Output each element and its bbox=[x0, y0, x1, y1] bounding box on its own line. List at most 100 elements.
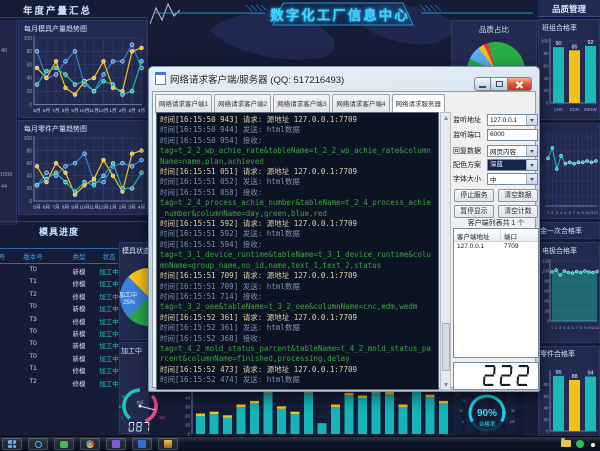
svg-text:5月: 5月 bbox=[33, 205, 40, 211]
taskbar-chat-button[interactable] bbox=[54, 438, 74, 450]
client-row[interactable]: 127.0.0.17709 bbox=[454, 242, 538, 253]
circle-icon bbox=[35, 441, 42, 448]
svg-text:60: 60 bbox=[544, 289, 549, 294]
mold-progress-title: 模具进度 bbox=[0, 225, 118, 238]
taskbar-blue-button[interactable] bbox=[132, 438, 152, 450]
chart-title: 每月模具产量趋势图 bbox=[24, 24, 87, 34]
pass-rate-gauge: 90% 合格率 20 10 0 90 100 bbox=[450, 390, 524, 438]
team-pass-bar-chart: 02040608010090CNC85EDM92WEDM bbox=[539, 33, 599, 119]
log-line: 时间[16:15:51 714] 接收: bbox=[160, 292, 435, 302]
font-size-select[interactable]: 中 bbox=[487, 173, 538, 185]
seven-segment-display bbox=[454, 363, 538, 389]
close-button[interactable] bbox=[508, 77, 532, 91]
table-header: 号版本号类型状态 bbox=[0, 248, 118, 264]
listen-addr-label: 监听地址 bbox=[453, 115, 487, 125]
chart-title: 每月零件产量趋势图 bbox=[24, 124, 87, 134]
taskbar-image-button[interactable] bbox=[158, 438, 178, 450]
svg-text:9月: 9月 bbox=[71, 205, 78, 211]
taskbar-purple-button[interactable] bbox=[106, 438, 126, 450]
tab-client4[interactable]: 网络请求客户端4 bbox=[332, 94, 389, 113]
table-row: T1修模加工中 bbox=[0, 276, 118, 288]
minimize-icon bbox=[479, 86, 486, 88]
pause-display-button[interactable]: 暂停显示 bbox=[454, 205, 494, 218]
svg-text:11月: 11月 bbox=[89, 205, 99, 211]
panel-electrode-pass: 电极合格率 020406080100120123456789101112 bbox=[538, 242, 600, 343]
tab-client2[interactable]: 网络请求客户端2 bbox=[214, 94, 271, 113]
svg-text:92: 92 bbox=[587, 40, 593, 46]
svg-text:100: 100 bbox=[509, 420, 515, 424]
log-line: 时间[16:15:51 709] 发送: html数据 bbox=[160, 282, 435, 292]
log-line: 时间[16:15:51 051] 请求: 源地址 127.0.0.1:7709 bbox=[160, 167, 435, 177]
svg-text:40: 40 bbox=[544, 299, 549, 304]
svg-text:80: 80 bbox=[543, 382, 549, 387]
tab-client3[interactable]: 网络请求客户端3 bbox=[273, 94, 330, 113]
svg-text:20: 20 bbox=[462, 399, 466, 403]
svg-text:80: 80 bbox=[544, 279, 549, 284]
table-row: T0新模加工中 bbox=[0, 338, 118, 350]
chevron-down-icon[interactable] bbox=[526, 160, 537, 170]
log-line: tag=t_3_1_device_runtime&tableName=t_3_1… bbox=[160, 250, 435, 271]
svg-text:60: 60 bbox=[543, 394, 549, 399]
stop-service-button[interactable]: 停止服务 bbox=[454, 189, 494, 202]
svg-text:2月: 2月 bbox=[119, 205, 126, 211]
log-line: 时间[16:15:51 592] 请求: 源地址 127.0.0.1:7709 bbox=[160, 219, 435, 229]
chevron-down-icon[interactable] bbox=[526, 174, 537, 184]
listen-addr-select[interactable]: 127.0.0.1 bbox=[487, 114, 538, 126]
edge-label: 40 bbox=[1, 48, 7, 54]
svg-text:40: 40 bbox=[26, 174, 32, 180]
pie-slice-label: 加工中 bbox=[119, 290, 137, 299]
listen-port-input[interactable]: 6000 bbox=[487, 129, 538, 141]
svg-text:120: 120 bbox=[542, 259, 550, 264]
chevron-down-icon[interactable] bbox=[526, 146, 537, 156]
svg-text:6月: 6月 bbox=[43, 205, 50, 211]
scroll-thumb[interactable] bbox=[442, 323, 450, 371]
svg-text:20: 20 bbox=[26, 89, 32, 95]
svg-text:40: 40 bbox=[543, 405, 549, 410]
scroll-up-arrow[interactable] bbox=[441, 113, 450, 122]
network-debug-window[interactable]: 网络请求客户端/服务器 (QQ: 517216493) 网络请求客户端1网络请求… bbox=[148, 66, 540, 392]
mold-monthly-line-chart: 0204060801005月6月7月8月9月10月11月12月1月2月3月4月 bbox=[21, 34, 145, 116]
log-line: 时间[16:15:51 592] 发送: html数据 bbox=[160, 229, 435, 239]
svg-text:9: 9 bbox=[584, 326, 586, 330]
svg-text:6: 6 bbox=[569, 211, 571, 215]
table-row: T0新模加工中 bbox=[0, 264, 118, 276]
tab-client1[interactable]: 网络请求客户端1 bbox=[155, 94, 212, 113]
log-scrollbar[interactable] bbox=[440, 112, 451, 390]
table-row: T2修模加工中 bbox=[0, 289, 118, 301]
minimize-button[interactable] bbox=[474, 77, 491, 91]
scroll-down-arrow[interactable] bbox=[441, 380, 450, 389]
pie-slice-pct: 25% bbox=[123, 300, 135, 306]
request-counter bbox=[453, 362, 539, 390]
color-scheme-select[interactable]: 深蓝 bbox=[487, 159, 538, 171]
start-icon bbox=[8, 440, 16, 448]
svg-text:0: 0 bbox=[546, 101, 549, 106]
taskbar-browser-button[interactable] bbox=[80, 438, 100, 450]
window-client-area: 网络请求客户端1网络请求客户端2网络请求客户端3网络请求客户端4网络请求服务器 … bbox=[152, 91, 536, 388]
log-line: tag=t_2_4_process_achie_number&tableName… bbox=[160, 198, 435, 219]
svg-text:7月: 7月 bbox=[52, 205, 59, 211]
trend-dot-chart: 123456789101112 bbox=[539, 126, 599, 218]
tray-msg-icon[interactable] bbox=[576, 440, 584, 448]
svg-text:4月: 4月 bbox=[138, 108, 145, 114]
svg-text:0: 0 bbox=[462, 420, 464, 424]
svg-text:100: 100 bbox=[24, 136, 33, 142]
tray-qq-icon[interactable] bbox=[589, 439, 596, 448]
tray-folder-icon[interactable] bbox=[561, 440, 571, 447]
svg-text:4月: 4月 bbox=[138, 205, 145, 211]
image-icon bbox=[164, 440, 172, 448]
svg-text:0: 0 bbox=[29, 199, 32, 205]
server-log[interactable]: 时间[16:15:50 943] 请求: 源地址 127.0.0.1:7709时… bbox=[156, 112, 439, 390]
svg-text:2: 2 bbox=[555, 326, 557, 330]
maximize-button[interactable] bbox=[491, 77, 508, 91]
chevron-down-icon[interactable] bbox=[526, 115, 537, 125]
reply-data-select[interactable]: 网页内容 bbox=[487, 145, 538, 157]
first-pass-title: 五金一次合格率 bbox=[533, 226, 582, 236]
clear-count-button[interactable]: 清空计数 bbox=[498, 205, 538, 218]
taskbar-start-button[interactable] bbox=[2, 438, 22, 450]
client-list[interactable]: 客户端地址 端口 127.0.0.17709 bbox=[453, 228, 539, 358]
taskbar-circle-button[interactable] bbox=[28, 438, 48, 450]
svg-text:2月: 2月 bbox=[119, 108, 126, 114]
clear-data-button[interactable]: 清空数据 bbox=[498, 189, 538, 202]
tab-server[interactable]: 网络请求服务器 bbox=[392, 94, 446, 113]
listen-port-label: 监听端口 bbox=[453, 130, 487, 140]
